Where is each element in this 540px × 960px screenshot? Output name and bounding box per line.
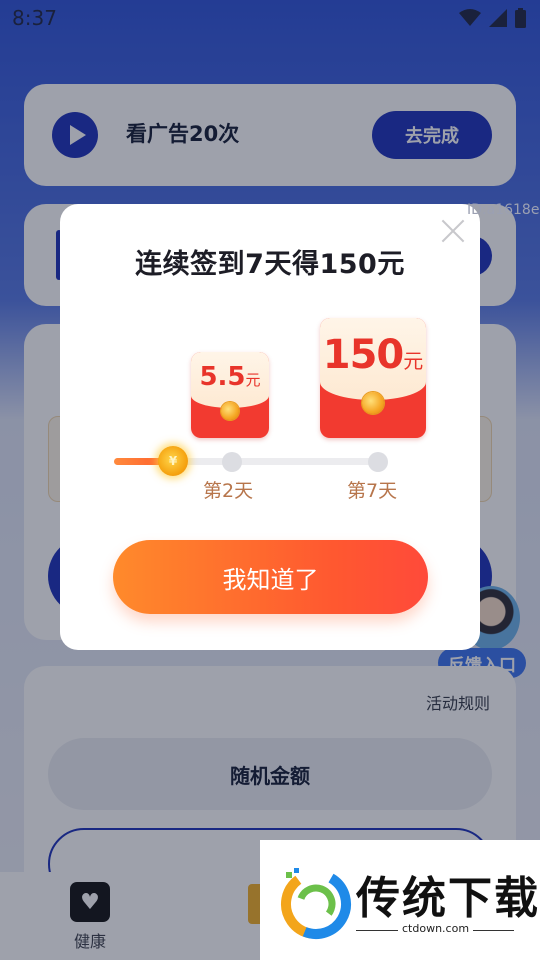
- watermark-brand: 传统下载: [356, 873, 540, 924]
- reward-amount-day2: 5.5元: [199, 362, 261, 392]
- progress-node-day7: [368, 452, 388, 472]
- watermark: 传统下载 ctdown.com: [260, 840, 540, 960]
- watermark-url: ctdown.com: [398, 922, 474, 935]
- dialog-title: 连续签到7天得150元: [135, 249, 405, 280]
- got-it-button[interactable]: 我知道了: [113, 540, 428, 614]
- close-icon[interactable]: [440, 218, 466, 244]
- coin-icon: ¥: [158, 446, 188, 476]
- id-text: ID:a1618e: [467, 202, 540, 218]
- coin-icon: [362, 392, 384, 414]
- checkin-reward-dialog: 连续签到7天得150元 5.5元 150元 ¥ 第2天 第7天 我知道了: [60, 204, 480, 650]
- red-envelope-day7: 150元: [320, 318, 426, 438]
- day-label-day7: 第7天: [347, 480, 398, 502]
- checkin-progress-bar: ¥: [114, 446, 388, 476]
- day-label-day2: 第2天: [203, 480, 254, 502]
- watermark-logo: [281, 868, 351, 939]
- reward-amount-day7: 150元: [322, 332, 424, 378]
- progress-node-day2: [222, 452, 242, 472]
- red-envelope-day2: 5.5元: [191, 352, 269, 438]
- coin-icon: [221, 402, 239, 420]
